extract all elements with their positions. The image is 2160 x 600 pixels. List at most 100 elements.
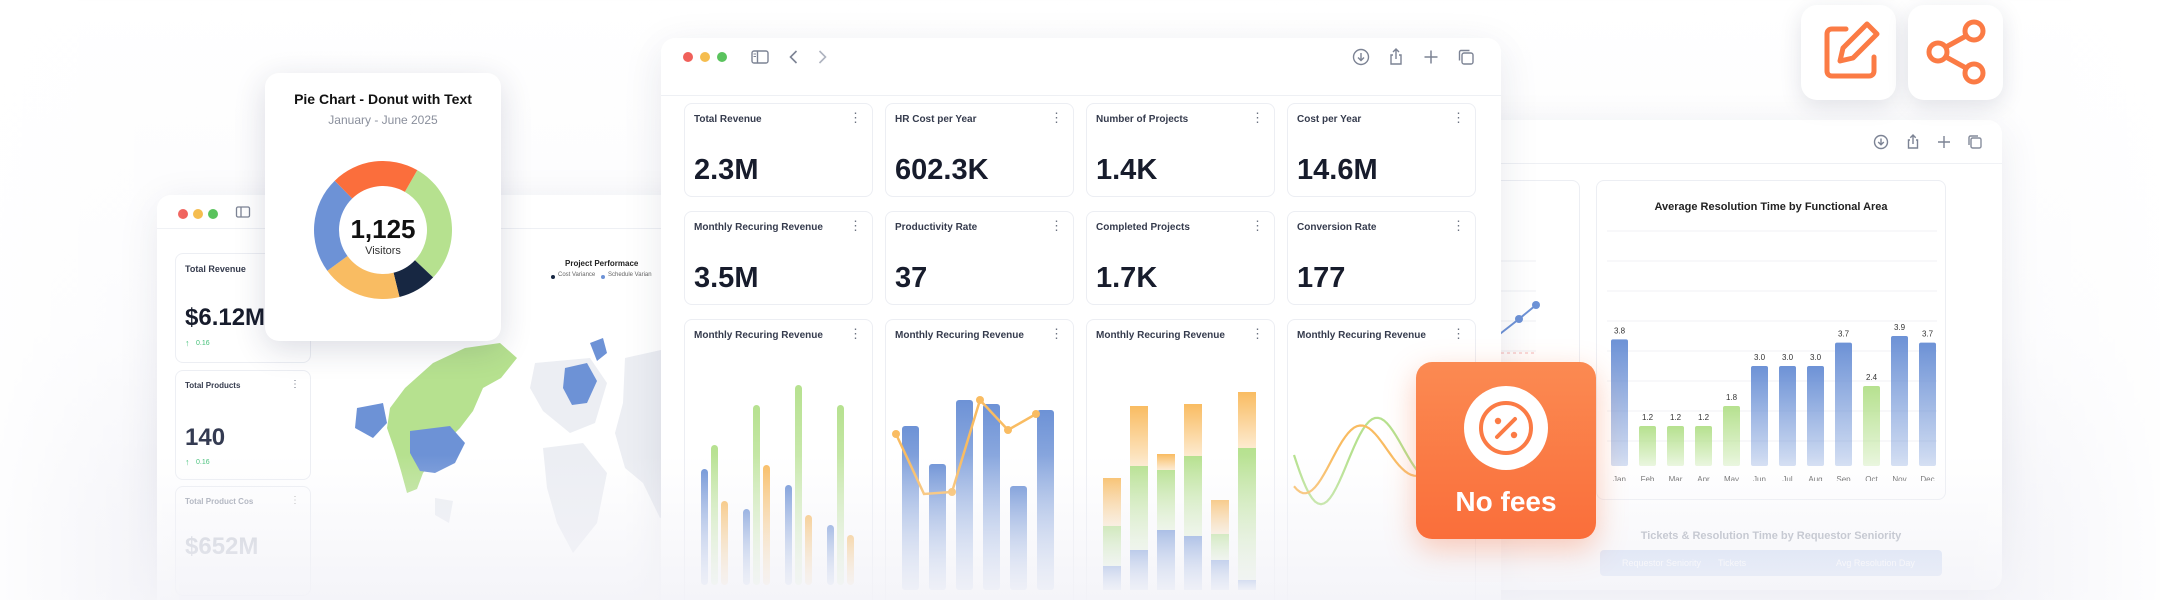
no-fees-promo-card[interactable]: No fees	[1416, 362, 1596, 539]
maximize-button[interactable]	[208, 209, 218, 219]
more-options-icon[interactable]: ⋮	[1452, 219, 1465, 232]
more-options-icon[interactable]: ⋮	[849, 111, 862, 124]
kpi-card[interactable]: Number of Projects ⋮ 1.4K	[1086, 103, 1275, 197]
card-label: Number of Projects	[1096, 114, 1189, 125]
bar-segment-amber	[1157, 454, 1175, 470]
card-label: Total Product Cos	[185, 497, 254, 506]
donut-chart-popup[interactable]: Pie Chart - Donut with Text January - Ju…	[265, 73, 501, 341]
tickets-table-card[interactable]: Tickets & Resolution Time by Requestor S…	[1596, 510, 1946, 590]
more-options-icon[interactable]: ⋮	[1050, 327, 1063, 340]
more-options-icon[interactable]: ⋮	[1251, 219, 1264, 232]
data-label: 1.2	[1698, 413, 1710, 422]
chart-card[interactable]: Monthly Recuring Revenue ⋮	[885, 319, 1074, 600]
download-icon[interactable]	[1351, 47, 1371, 67]
bar	[785, 485, 792, 585]
bar	[1611, 339, 1628, 466]
bar-segment-green	[1211, 534, 1229, 560]
forward-icon[interactable]	[812, 47, 832, 67]
kpi-card[interactable]: Productivity Rate ⋮ 37	[885, 211, 1074, 305]
kpi-card[interactable]: Conversion Rate ⋮ 177	[1287, 211, 1476, 305]
popup-subtitle: January - June 2025	[328, 113, 438, 127]
minimize-button[interactable]	[193, 209, 203, 219]
grouped-bar-chart	[701, 385, 854, 585]
tick-label: Nov	[1892, 475, 1906, 481]
card-value: 177	[1297, 262, 1346, 294]
wave-series	[1293, 424, 1418, 495]
kpi-card-total-products[interactable]: Total Products ⋮ 140 ↑ 0.16	[175, 370, 311, 480]
card-label: HR Cost per Year	[895, 114, 977, 125]
bar	[743, 509, 750, 585]
card-value: 1.7K	[1096, 262, 1158, 294]
bar	[827, 525, 834, 585]
bar-segment-amber	[1238, 392, 1256, 448]
percent-badge-icon	[1464, 386, 1548, 470]
tick-label: Jul	[1782, 475, 1792, 481]
kpi-card[interactable]: Total Revenue ⋮ 2.3M	[684, 103, 873, 197]
more-options-icon[interactable]: ⋮	[849, 327, 862, 340]
back-icon[interactable]	[784, 47, 804, 67]
data-label: 3.0	[1782, 353, 1794, 362]
edit-button[interactable]	[1801, 5, 1896, 100]
sidebar-toggle-icon[interactable]	[235, 204, 251, 220]
line-point	[976, 396, 984, 404]
bar	[983, 404, 1000, 590]
table-header-row: Requestor Seniority Tickets Avg Resoluti…	[1600, 550, 1942, 576]
new-tab-icon[interactable]	[1935, 133, 1953, 151]
share-icon[interactable]	[1904, 133, 1922, 151]
maximize-button[interactable]	[717, 52, 727, 62]
tick-label: Feb	[1641, 475, 1655, 481]
more-options-icon[interactable]: ⋮	[1251, 327, 1264, 340]
bar	[1835, 342, 1852, 466]
chart-card[interactable]: Monthly Recuring Revenue ⋮	[684, 319, 873, 600]
bar	[1667, 426, 1684, 466]
more-options-icon[interactable]: ⋮	[1452, 327, 1465, 340]
tabs-overview-icon[interactable]	[1456, 47, 1476, 67]
card-label: Total Revenue	[694, 114, 762, 125]
kpi-card[interactable]: Cost per Year ⋮ 14.6M	[1287, 103, 1476, 197]
share-button[interactable]	[1908, 5, 2003, 100]
share-icon[interactable]	[1386, 47, 1406, 67]
data-label: 1.8	[1726, 393, 1738, 402]
card-label: Completed Projects	[1096, 222, 1190, 233]
kpi-card[interactable]: HR Cost per Year ⋮ 602.3K	[885, 103, 1074, 197]
bar	[1723, 406, 1740, 466]
card-value: 3.5M	[694, 262, 759, 294]
tabs-overview-icon[interactable]	[1966, 133, 1984, 151]
bar-segment-amber	[1103, 478, 1121, 526]
bar-segment-amber	[1211, 500, 1229, 534]
card-value: 14.6M	[1297, 154, 1378, 186]
kpi-card[interactable]: Completed Projects ⋮ 1.7K	[1086, 211, 1275, 305]
bar-line-combo-chart	[892, 396, 1054, 590]
kpi-card[interactable]: Monthly Recuring Revenue ⋮ 3.5M	[684, 211, 873, 305]
trend-up-icon: ↑	[185, 338, 190, 348]
donut-slice	[334, 161, 418, 199]
sidebar-toggle-icon[interactable]	[750, 47, 770, 67]
more-options-icon[interactable]: ⋮	[1452, 111, 1465, 124]
card-label: Total Products	[185, 381, 241, 390]
bar-segment-blue	[1157, 530, 1175, 590]
minimize-button[interactable]	[700, 52, 710, 62]
kpi-card-total-product-cost[interactable]: Total Product Cos ⋮ $652M	[175, 486, 311, 596]
bar	[805, 515, 812, 585]
close-button[interactable]	[178, 209, 188, 219]
more-options-icon[interactable]: ⋮	[290, 496, 300, 506]
chart-card[interactable]: Monthly Recuring Revenue ⋮	[1086, 319, 1275, 600]
more-options-icon[interactable]: ⋮	[290, 380, 300, 390]
bar	[795, 385, 802, 585]
resolution-time-chart-card[interactable]: Average Resolution Time by Functional Ar…	[1596, 180, 1946, 500]
more-options-icon[interactable]: ⋮	[1251, 111, 1264, 124]
trend-up-icon: ↑	[185, 457, 190, 467]
card-label: Cost per Year	[1297, 114, 1362, 125]
more-options-icon[interactable]: ⋮	[1050, 219, 1063, 232]
card-delta: 0.16	[196, 459, 210, 466]
download-icon[interactable]	[1872, 133, 1890, 151]
more-options-icon[interactable]: ⋮	[1050, 111, 1063, 124]
bar	[1639, 426, 1656, 466]
donut-center-label: Visitors	[365, 245, 401, 257]
line-point	[1032, 410, 1040, 418]
tick-label: Apr	[1697, 475, 1710, 481]
close-button[interactable]	[683, 52, 693, 62]
more-options-icon[interactable]: ⋮	[849, 219, 862, 232]
new-tab-icon[interactable]	[1421, 47, 1441, 67]
data-label: 2.4	[1866, 373, 1878, 382]
